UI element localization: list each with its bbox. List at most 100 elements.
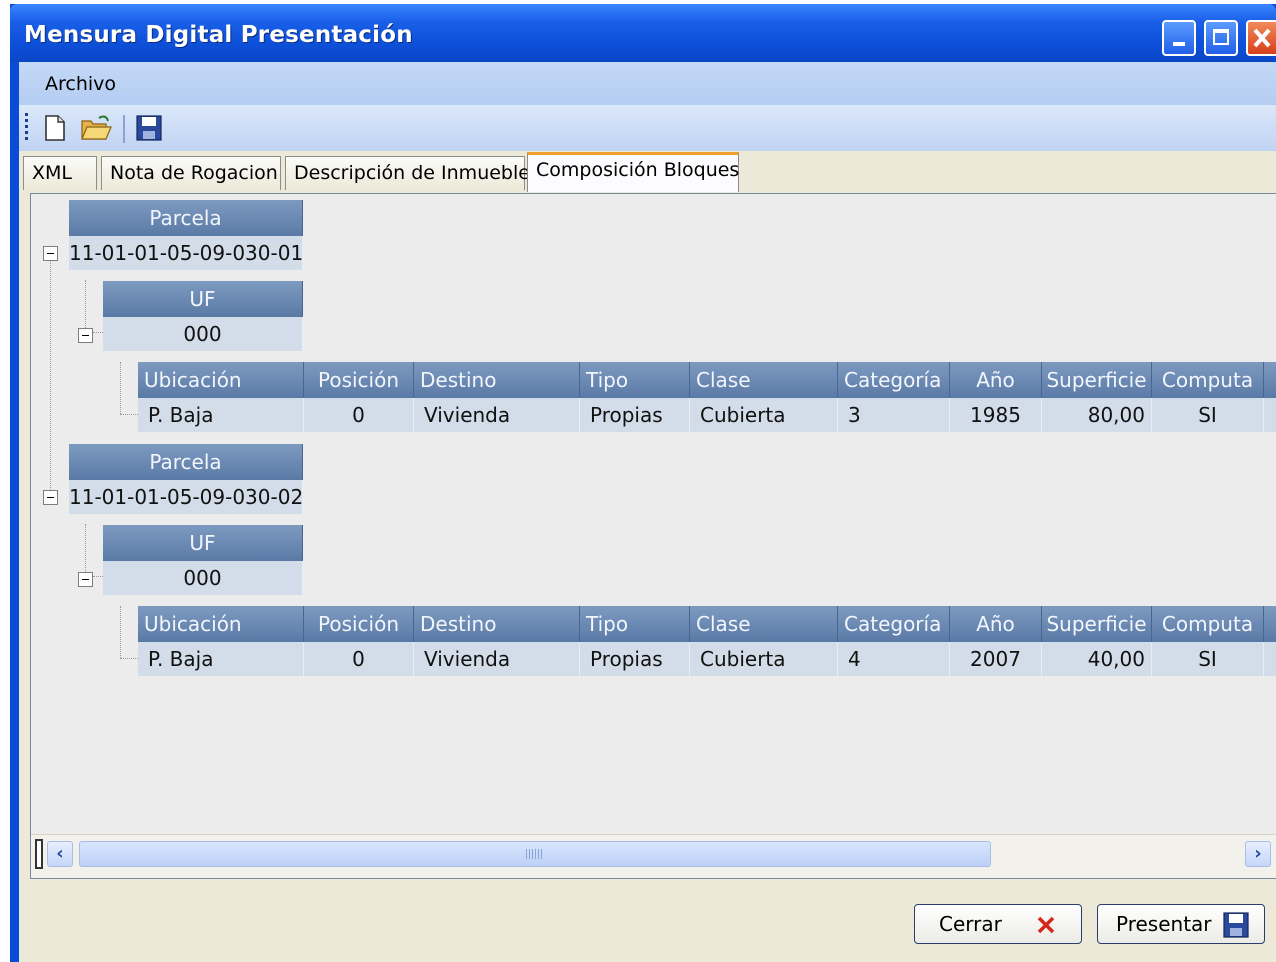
cell-categoria[interactable]: 3 [838, 398, 950, 432]
hierarchical-grid: Parcela 11-01-01-05-09-030-01 UF 000 Ubi… [31, 194, 1276, 834]
toolbar-grip[interactable] [25, 113, 28, 143]
open-folder-button[interactable] [79, 112, 112, 144]
col-header-clase[interactable]: Clase [690, 362, 838, 398]
parcela-header[interactable]: Parcela [69, 200, 303, 236]
collapse-parcela-button[interactable] [43, 246, 58, 261]
cerrar-button[interactable]: Cerrar [914, 904, 1082, 944]
parcela-id-cell[interactable]: 11-01-01-05-09-030-01 [69, 236, 303, 270]
col-header-posicion[interactable]: Posición [304, 362, 414, 398]
close-icon [1253, 28, 1271, 48]
cell-tipo[interactable]: Propias [580, 398, 690, 432]
tree-line [120, 362, 121, 414]
tab-xml[interactable]: XML [23, 156, 97, 190]
presentar-button[interactable]: Presentar [1097, 904, 1265, 944]
tab-label: XML [32, 162, 72, 184]
tree-line [93, 576, 103, 577]
toolbar [19, 105, 1276, 151]
col-header-tipo[interactable]: Tipo [580, 606, 690, 642]
close-x-icon [1037, 916, 1055, 934]
col-header-anio[interactable]: Año [950, 362, 1042, 398]
col-header-anio[interactable]: Año [950, 606, 1042, 642]
tab-label: Nota de Rogacion [110, 162, 278, 184]
maximize-button[interactable] [1204, 20, 1238, 56]
col-header-clase[interactable]: Clase [690, 606, 838, 642]
window-title: Mensura Digital Presentación [24, 22, 413, 48]
tree-line [120, 658, 138, 659]
composicion-bloques-panel: Parcela 11-01-01-05-09-030-01 UF 000 Ubi… [30, 193, 1276, 879]
col-header-posicion[interactable]: Posición [304, 606, 414, 642]
tab-strip: XML Nota de Rogacion Descripción de Inmu… [19, 151, 1276, 193]
menu-archivo[interactable]: Archivo [45, 73, 116, 95]
collapse-uf-button[interactable] [78, 328, 93, 343]
col-header-ubicacion[interactable]: Ubicación [138, 606, 304, 642]
tab-nota-de-rogacion[interactable]: Nota de Rogacion [101, 156, 281, 190]
thumb-grip-icon [526, 849, 542, 859]
cell-ubicacion[interactable]: P. Baja [138, 642, 304, 676]
tree-line [93, 332, 103, 333]
cell-categoria[interactable]: 4 [838, 642, 950, 676]
col-header-extra[interactable] [1264, 606, 1276, 642]
save-icon [136, 115, 162, 141]
col-header-computa[interactable]: Computa [1152, 606, 1264, 642]
col-header-destino[interactable]: Destino [414, 362, 580, 398]
col-header-extra[interactable] [1264, 362, 1276, 398]
cell-posicion[interactable]: 0 [304, 642, 414, 676]
close-window-button[interactable] [1246, 20, 1276, 56]
cell-superficie[interactable]: 40,00 [1042, 642, 1152, 676]
new-file-button[interactable] [39, 112, 71, 144]
col-header-categoria[interactable]: Categoría [838, 362, 950, 398]
uf-header[interactable]: UF [103, 525, 303, 561]
save-button[interactable] [133, 112, 165, 144]
uf-cell[interactable]: 000 [103, 317, 303, 351]
tree-line [50, 260, 51, 490]
cell-anio[interactable]: 2007 [950, 642, 1042, 676]
title-bar[interactable]: Mensura Digital Presentación [10, 4, 1276, 62]
cell-computa[interactable]: SI [1152, 642, 1264, 676]
cell-extra[interactable] [1264, 642, 1276, 676]
toolbar-separator [123, 115, 125, 143]
col-header-computa[interactable]: Computa [1152, 362, 1264, 398]
cerrar-label: Cerrar [939, 912, 1002, 936]
cell-destino[interactable]: Vivienda [414, 642, 580, 676]
chevron-right-icon: › [1254, 843, 1262, 864]
minimize-icon [1173, 42, 1185, 46]
open-folder-icon [81, 115, 112, 140]
col-header-tipo[interactable]: Tipo [580, 362, 690, 398]
tree-line [120, 606, 121, 658]
cell-extra[interactable] [1264, 398, 1276, 432]
scroll-left-button[interactable]: ‹ [47, 841, 73, 867]
cell-clase[interactable]: Cubierta [690, 398, 838, 432]
tab-label: Descripción de Inmuebles [294, 162, 540, 184]
scroll-right-button[interactable]: › [1245, 841, 1271, 867]
minimize-button[interactable] [1162, 20, 1196, 56]
save-icon [1223, 912, 1249, 938]
new-file-icon [45, 115, 65, 141]
parcela-id-cell[interactable]: 11-01-01-05-09-030-02 [69, 480, 303, 514]
cell-ubicacion[interactable]: P. Baja [138, 398, 304, 432]
tab-descripcion-de-inmuebles[interactable]: Descripción de Inmuebles [285, 156, 540, 190]
col-header-superficie[interactable]: Superficie [1042, 362, 1152, 398]
menu-bar: Archivo [19, 62, 1276, 105]
cell-clase[interactable]: Cubierta [690, 642, 838, 676]
uf-header[interactable]: UF [103, 281, 303, 317]
col-header-superficie[interactable]: Superficie [1042, 606, 1152, 642]
cell-destino[interactable]: Vivienda [414, 398, 580, 432]
tab-composicion-bloques[interactable]: Composición Bloques [527, 152, 739, 192]
col-header-destino[interactable]: Destino [414, 606, 580, 642]
collapse-uf-button[interactable] [78, 572, 93, 587]
parcela-header[interactable]: Parcela [69, 444, 303, 480]
col-header-categoria[interactable]: Categoría [838, 606, 950, 642]
col-header-ubicacion[interactable]: Ubicación [138, 362, 304, 398]
horizontal-scrollbar[interactable]: ‹ › [31, 834, 1276, 878]
scroll-thumb[interactable] [79, 841, 991, 867]
chevron-left-icon: ‹ [56, 843, 64, 864]
cell-computa[interactable]: SI [1152, 398, 1264, 432]
scroll-edge-marker [35, 839, 43, 869]
cell-tipo[interactable]: Propias [580, 642, 690, 676]
cell-posicion[interactable]: 0 [304, 398, 414, 432]
uf-cell[interactable]: 000 [103, 561, 303, 595]
cell-anio[interactable]: 1985 [950, 398, 1042, 432]
tab-label: Composición Bloques [536, 159, 740, 181]
cell-superficie[interactable]: 80,00 [1042, 398, 1152, 432]
collapse-parcela-button[interactable] [43, 490, 58, 505]
